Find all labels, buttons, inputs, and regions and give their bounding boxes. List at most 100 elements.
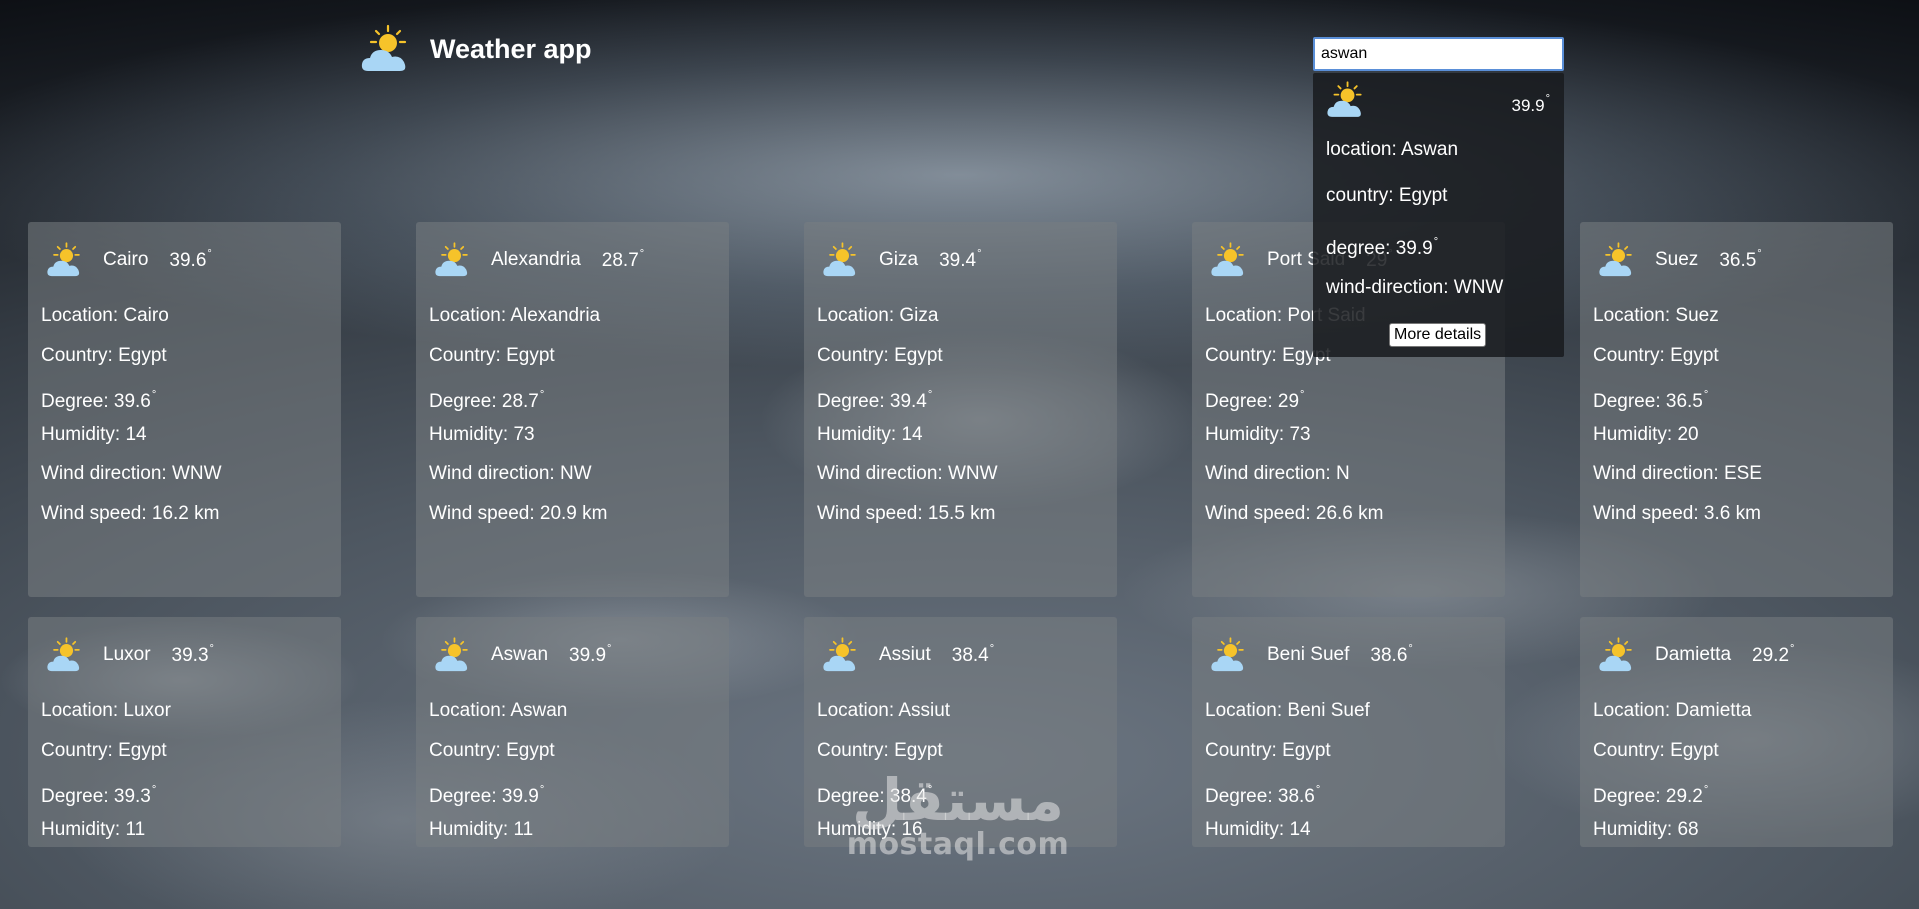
card-header: Beni Suef 38.6°: [1205, 633, 1492, 677]
card-detail-line: Degree: 38.6°: [1205, 784, 1321, 808]
partly-cloudy-icon: [1210, 241, 1248, 279]
city-card: Aswan 39.9° Location: Aswan Country: Egypt D…: [416, 617, 729, 847]
dropdown-temperature: 39.9°: [1511, 93, 1551, 115]
card-detail-line: Country: Egypt: [1593, 739, 1719, 761]
card-detail-line: Location: Cairo: [41, 305, 169, 326]
card-detail-line: Degree: 39.6°: [41, 389, 157, 413]
card-city-name: Giza: [879, 249, 919, 270]
app-header: Weather app: [360, 20, 592, 78]
search-result-dropdown: 39.9° location: Aswan country: Egypt deg…: [1313, 73, 1564, 357]
partly-cloudy-icon: [822, 241, 860, 279]
card-detail-line: Country: Egypt: [1205, 739, 1331, 761]
card-city-name: Suez: [1655, 249, 1699, 270]
city-cards-grid: Cairo 39.6° Location: Cairo Country: Egypt D…: [28, 222, 1894, 848]
partly-cloudy-icon: [1598, 241, 1636, 279]
city-card: Giza 39.4° Location: Giza Country: Egypt Deg…: [804, 222, 1117, 597]
card-detail-line: Wind direction: N: [1205, 463, 1350, 485]
partly-cloudy-icon: [822, 636, 860, 674]
city-card: Suez 36.5° Location: Suez Country: Egypt Deg…: [1580, 222, 1893, 597]
card-detail-line: Location: Luxor: [41, 700, 171, 721]
card-detail-line: Humidity: 73: [429, 423, 535, 445]
card-detail-line: Humidity: 20: [1593, 423, 1699, 445]
card-detail-line: Wind direction: ESE: [1593, 463, 1762, 485]
city-card: Luxor 39.3° Location: Luxor Country: Egypt D…: [28, 617, 341, 847]
card-header: Cairo 39.6°: [41, 238, 328, 282]
card-detail-line: Degree: 29°: [1205, 389, 1305, 413]
city-card: Alexandria 28.7° Location: Alexandria Count…: [416, 222, 729, 597]
card-detail-line: Location: Beni Suef: [1205, 700, 1370, 721]
card-detail-line: Degree: 39.9°: [429, 784, 545, 808]
card-header: Aswan 39.9°: [429, 633, 716, 677]
dropdown-country: country: Egypt: [1326, 185, 1448, 206]
card-detail-line: Humidity: 14: [1205, 818, 1311, 840]
partly-cloudy-icon: [1326, 80, 1366, 120]
card-header: Luxor 39.3°: [41, 633, 328, 677]
card-detail-line: Degree: 39.4°: [817, 389, 933, 413]
card-detail-line: Country: Egypt: [1593, 344, 1719, 366]
card-detail-line: Humidity: 11: [429, 818, 534, 840]
card-detail-line: Location: Giza: [817, 305, 939, 326]
card-detail-line: Degree: 39.3°: [41, 784, 157, 808]
card-detail-line: Wind speed: 16.2 km: [41, 502, 220, 524]
card-temperature: 38.6°: [1370, 643, 1413, 666]
card-city-name: Assiut: [879, 644, 931, 665]
card-detail-line: Country: Egypt: [817, 344, 943, 366]
card-header: Damietta 29.2°: [1593, 633, 1880, 677]
card-temperature: 39.4°: [939, 248, 982, 271]
card-temperature: 39.9°: [569, 643, 612, 666]
card-detail-line: Country: Egypt: [41, 739, 167, 761]
card-city-name: Aswan: [491, 644, 549, 665]
more-details-button[interactable]: More details: [1389, 323, 1487, 347]
watermark-latin: mostaql.com: [846, 827, 1070, 862]
card-city-name: Beni Suef: [1267, 644, 1350, 665]
card-detail-line: Location: Assiut: [817, 700, 951, 721]
card-detail-line: Location: Alexandria: [429, 305, 601, 326]
partly-cloudy-icon: [360, 23, 412, 75]
card-detail-line: Humidity: 11: [41, 818, 146, 840]
card-detail-line: Location: Suez: [1593, 305, 1719, 326]
card-city-name: Cairo: [103, 249, 149, 270]
dropdown-location: location: Aswan: [1326, 139, 1459, 160]
card-header: Suez 36.5°: [1593, 238, 1880, 282]
card-header: Alexandria 28.7°: [429, 238, 716, 282]
card-temperature: 29.2°: [1752, 643, 1795, 666]
card-detail-line: Degree: 28.7°: [429, 389, 545, 413]
partly-cloudy-icon: [434, 241, 472, 279]
card-detail-line: Country: Egypt: [429, 739, 555, 761]
card-detail-line: Wind speed: 26.6 km: [1205, 502, 1384, 524]
card-detail-line: Humidity: 73: [1205, 423, 1311, 445]
card-header: Giza 39.4°: [817, 238, 1104, 282]
card-detail-line: Wind speed: 3.6 km: [1593, 502, 1761, 524]
card-temperature: 28.7°: [601, 248, 645, 271]
partly-cloudy-icon: [1598, 636, 1636, 674]
search-input[interactable]: [1313, 37, 1564, 71]
card-detail-line: Humidity: 14: [817, 423, 923, 445]
watermark-arabic: مستقل: [851, 766, 1065, 834]
card-detail-line: Wind direction: NW: [429, 463, 592, 485]
card-city-name: Alexandria: [491, 249, 581, 270]
partly-cloudy-icon: [46, 241, 84, 279]
card-temperature: 39.3°: [171, 643, 214, 666]
card-detail-line: Country: Egypt: [429, 344, 555, 366]
card-detail-line: Country: Egypt: [41, 344, 167, 366]
card-temperature: 36.5°: [1719, 248, 1762, 271]
card-detail-line: Location: Damietta: [1593, 700, 1752, 721]
card-city-name: Luxor: [103, 644, 151, 665]
card-detail-line: Wind direction: WNW: [817, 463, 998, 485]
city-card: Cairo 39.6° Location: Cairo Country: Egypt D…: [28, 222, 341, 597]
card-detail-line: Wind speed: 15.5 km: [817, 502, 996, 524]
card-detail-line: Humidity: 68: [1593, 818, 1699, 840]
card-temperature: 38.4°: [951, 643, 995, 666]
card-detail-line: Humidity: 14: [41, 423, 147, 445]
card-detail-line: Degree: 36.5°: [1593, 389, 1709, 413]
watermark-logo: مستقل mostaql.com: [843, 770, 1073, 860]
dropdown-wind-direction: wind-direction: WNW: [1326, 277, 1504, 298]
card-detail-line: Wind speed: 20.9 km: [429, 502, 608, 524]
city-card: Damietta 29.2° Location: Damietta Country: …: [1580, 617, 1893, 847]
partly-cloudy-icon: [434, 636, 472, 674]
partly-cloudy-icon: [46, 636, 84, 674]
card-city-name: Damietta: [1655, 644, 1732, 665]
card-header: Assiut 38.4°: [817, 633, 1104, 677]
card-detail-line: Wind direction: WNW: [41, 463, 222, 485]
city-card: Beni Suef 38.6° Location: Beni Suef Country…: [1192, 617, 1505, 847]
